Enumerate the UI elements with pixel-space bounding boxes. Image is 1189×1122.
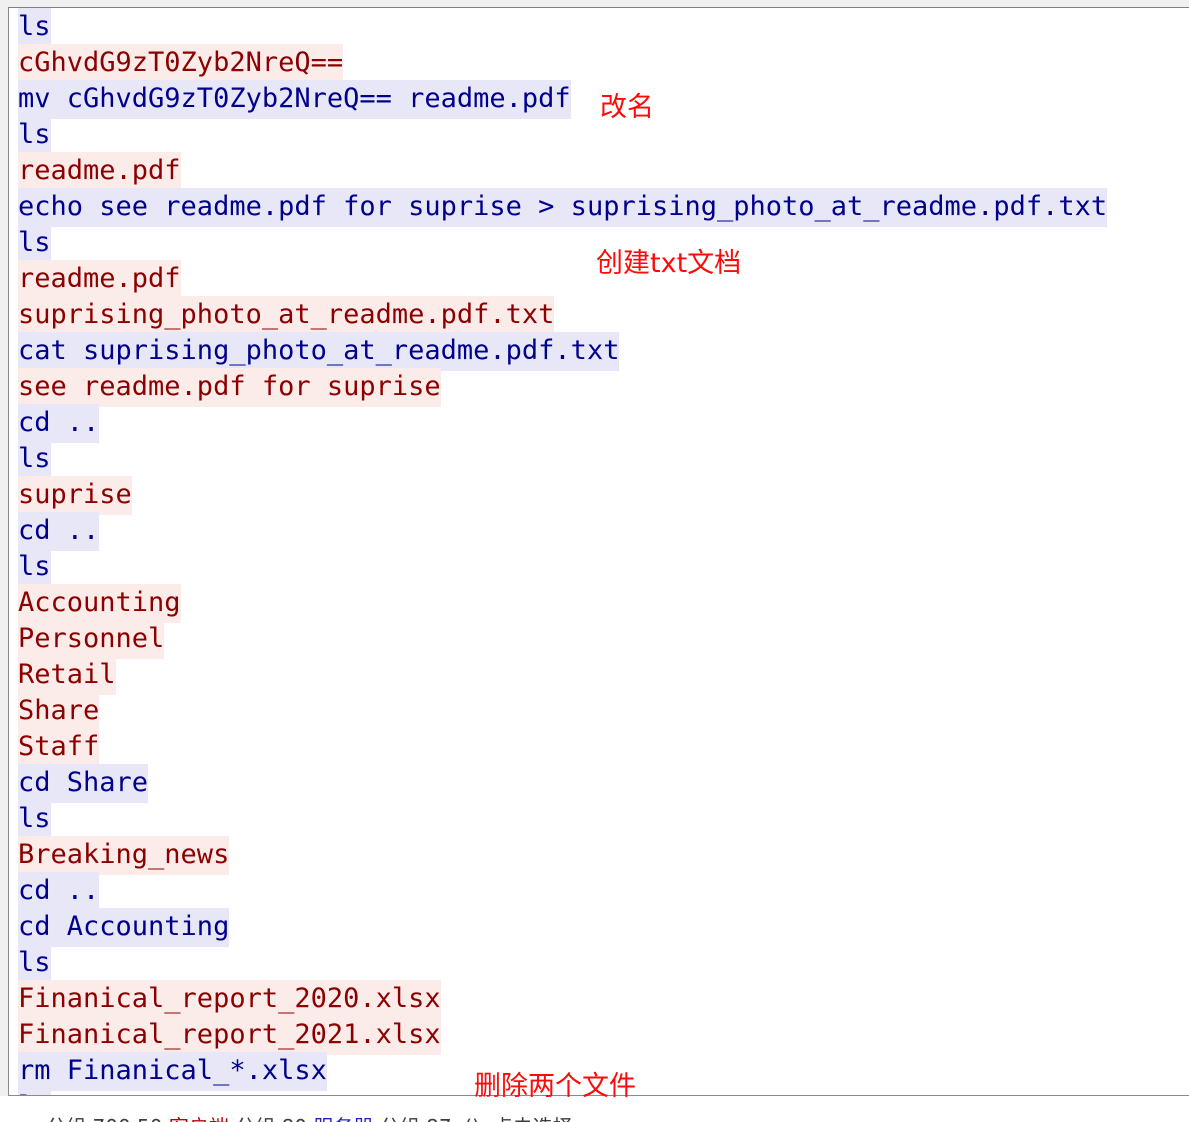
terminal-output-line: Retail: [18, 656, 1178, 695]
footer-seg-1: 分组 700: [46, 1115, 131, 1122]
terminal-output-line: readme.pdf: [18, 152, 1178, 191]
footer-seg-11: 点击选择: [493, 1115, 573, 1122]
terminal-output-line: cGhvdG9zT0Zyb2NreQ==: [18, 44, 1178, 83]
terminal-line-text: Staff: [18, 728, 100, 767]
terminal-line-text: Breaking_news: [18, 836, 230, 875]
terminal-command-line: echo see readme.pdf for suprise > supris…: [18, 188, 1178, 227]
terminal-line-text: cd ..: [18, 512, 100, 551]
terminal-command-line: ls: [18, 440, 1178, 479]
terminal-line-text: ls: [18, 1088, 51, 1095]
terminal-line-text: suprising_photo_at_readme.pdf.txt: [18, 296, 555, 335]
terminal-transcript-page: ls cGhvdG9zT0Zyb2NreQ== mv cGhvdG9zT0Zyb2N…: [0, 0, 1189, 1122]
terminal-line-list: ls cGhvdG9zT0Zyb2NreQ== mv cGhvdG9zT0Zyb2N…: [18, 8, 1178, 1095]
footer-seg-6: 服务器: [313, 1115, 373, 1122]
terminal-line-text: ls: [18, 944, 51, 983]
terminal-output-line: suprising_photo_at_readme.pdf.txt: [18, 296, 1178, 335]
footer-seg-2: 50: [137, 1115, 162, 1122]
terminal-line-text: Finanical_report_2021.xlsx: [18, 1016, 441, 1055]
terminal-command-line: ls: [18, 548, 1178, 587]
terminal-line-text: Finanical_report_2020.xlsx: [18, 980, 441, 1019]
terminal-output-line: Finanical_report_2020.xlsx: [18, 980, 1178, 1019]
terminal-command-line: cd Share: [18, 764, 1178, 803]
terminal-line-text: cd ..: [18, 404, 100, 443]
terminal-output-line: Accounting: [18, 584, 1178, 623]
terminal-command-line: cd ..: [18, 512, 1178, 551]
terminal-line-text: Accounting: [18, 584, 181, 623]
terminal-line-text: echo see readme.pdf for suprise > supris…: [18, 188, 1108, 227]
terminal-line-text: ls: [18, 548, 51, 587]
terminal-output-line: Breaking_news: [18, 836, 1178, 875]
footer-seg-7: 分组: [380, 1115, 420, 1122]
terminal-line-text: readme.pdf: [18, 152, 181, 191]
terminal-output-line: Finanical_report_2021.xlsx: [18, 1016, 1178, 1055]
terminal-line-text: cGhvdG9zT0Zyb2NreQ==: [18, 44, 344, 83]
annotation-rename: 改名: [600, 92, 654, 123]
terminal-line-text: rm Finanical_*.xlsx: [18, 1052, 327, 1091]
terminal-line-text: ls: [18, 224, 51, 263]
terminal-line-text: ls: [18, 116, 51, 155]
terminal-line-text: cd Accounting: [18, 908, 230, 947]
terminal-command-line: ls: [18, 116, 1178, 155]
terminal-command-line: ls: [18, 8, 1178, 47]
terminal-line-text: see readme.pdf for suprise: [18, 368, 441, 407]
terminal-output-line: suprise: [18, 476, 1178, 515]
terminal-line-text: ls: [18, 800, 51, 839]
terminal-output-line: see readme.pdf for suprise: [18, 368, 1178, 407]
terminal-line-text: cd Share: [18, 764, 149, 803]
terminal-command-line: ls: [18, 800, 1178, 839]
terminal-line-text: readme.pdf: [18, 260, 181, 299]
terminal-output-frame: ls cGhvdG9zT0Zyb2NreQ== mv cGhvdG9zT0Zyb2N…: [8, 8, 1189, 1096]
footer-seg-8: 87: [426, 1115, 451, 1122]
terminal-line-text: Personnel: [18, 620, 165, 659]
page-top-rule: [0, 0, 1189, 8]
terminal-command-line: mv cGhvdG9zT0Zyb2NreQ== readme.pdf: [18, 80, 1178, 119]
terminal-command-line: cd ..: [18, 404, 1178, 443]
terminal-line-text: mv cGhvdG9zT0Zyb2NreQ== readme.pdf: [18, 80, 571, 119]
terminal-line-text: ls: [18, 8, 51, 47]
terminal-line-text: suprise: [18, 476, 132, 515]
terminal-output-line: Personnel: [18, 620, 1178, 659]
terminal-command-line: ls: [18, 944, 1178, 983]
footer-seg-3: 客户端: [169, 1115, 229, 1122]
terminal-line-text: Retail: [18, 656, 116, 695]
terminal-line-text: Share: [18, 692, 100, 731]
terminal-line-text: cd ..: [18, 872, 100, 911]
page-left-gutter: [0, 0, 8, 1096]
terminal-output-line: Staff: [18, 728, 1178, 767]
footer-seg-4: 分组: [235, 1115, 275, 1122]
terminal-command-line: cd ..: [18, 872, 1178, 911]
terminal-line-text: cat suprising_photo_at_readme.pdf.txt: [18, 332, 620, 371]
footer-seg-10: ): [472, 1115, 480, 1122]
terminal-command-line: cat suprising_photo_at_readme.pdf.txt: [18, 332, 1178, 371]
terminal-command-line: cd Accounting: [18, 908, 1178, 947]
annotation-delete-two-files: 删除两个文件: [474, 1071, 636, 1102]
footer-seg-9: (: [464, 1115, 472, 1122]
footer-seg-5: 80: [282, 1115, 307, 1122]
annotation-create-txt: 创建txt文档: [596, 248, 742, 279]
terminal-output-line: Share: [18, 692, 1178, 731]
terminal-line-text: ls: [18, 440, 51, 479]
